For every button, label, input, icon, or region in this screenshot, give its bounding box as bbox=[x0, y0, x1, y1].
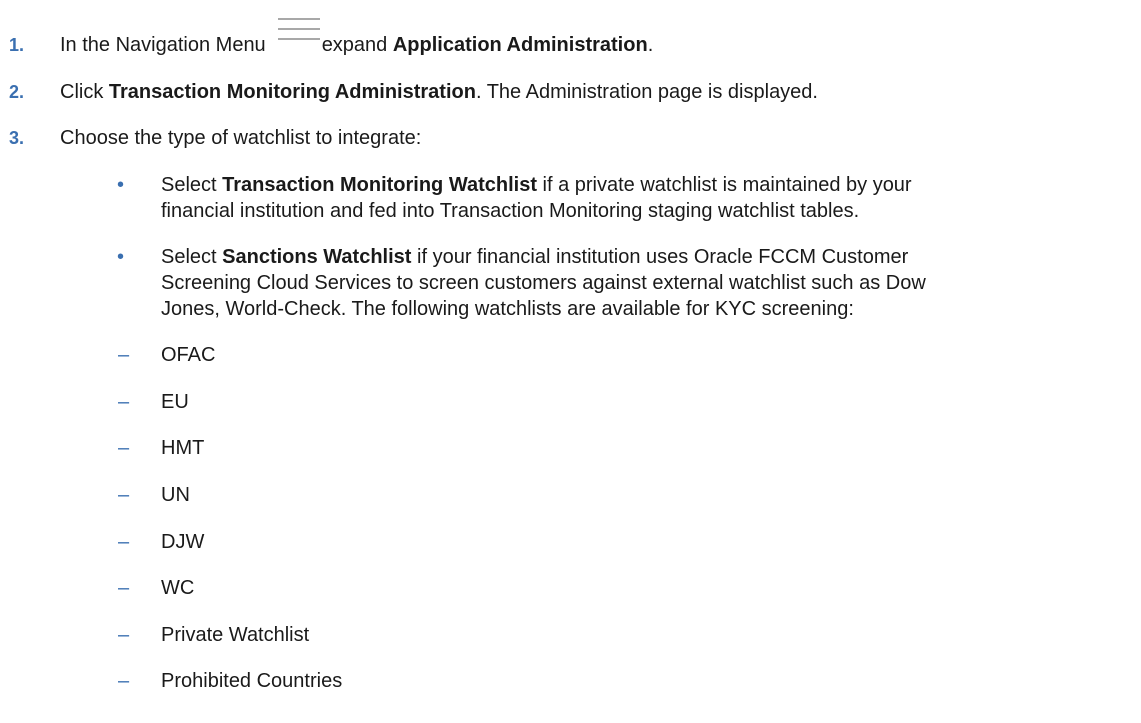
bullet-line: Screening Cloud Services to screen custo… bbox=[161, 272, 926, 294]
watchlist-name: Private Watchlist bbox=[161, 624, 310, 646]
dash-icon: – bbox=[118, 577, 130, 599]
dash-icon: – bbox=[118, 437, 130, 459]
watchlist-name: DJW bbox=[161, 531, 205, 553]
dash-icon: – bbox=[118, 670, 130, 692]
bullet-text: Select Sanctions Watchlist if your finan… bbox=[161, 244, 1136, 322]
watchlist-name: UN bbox=[161, 484, 190, 506]
step-text: Choose the type of watchlist to integrat… bbox=[60, 127, 422, 149]
bullet-line: Jones, World-Check. The following watchl… bbox=[161, 298, 854, 320]
bullet-icon: • bbox=[117, 246, 125, 268]
bullet-line1: if a private watchlist is maintained by … bbox=[536, 174, 912, 196]
bullet-line1: if your financial institution uses Oracl… bbox=[411, 246, 909, 268]
watchlist-name: EU bbox=[161, 391, 189, 413]
step-text: In the Navigation Menu expand Application… bbox=[60, 18, 654, 58]
watchlist-name: HMT bbox=[161, 437, 205, 459]
bullet-line: Select Transaction Monitoring Watchlist … bbox=[161, 172, 1136, 198]
watchlist-name: OFAC bbox=[161, 344, 216, 366]
step-number: 3. bbox=[9, 128, 25, 148]
dash-icon: – bbox=[118, 531, 130, 553]
watchlist-type-name: Sanctions Watchlist bbox=[222, 246, 412, 268]
dash-icon: – bbox=[118, 344, 130, 366]
step-text-tail: . The Administration page is displayed. bbox=[475, 81, 818, 103]
watchlist-name: WC bbox=[161, 577, 195, 599]
bullet-pre: Select bbox=[161, 246, 223, 268]
bullet-line: financial institution and fed into Trans… bbox=[161, 200, 860, 222]
step-text: Click Transaction Monitoring Administrat… bbox=[60, 79, 818, 105]
menu-name-transaction-monitoring-administration: Transaction Monitoring Administration bbox=[108, 81, 476, 103]
dash-icon: – bbox=[118, 624, 130, 646]
step-text-pre: Click bbox=[60, 81, 109, 103]
watchlist-type-name: Transaction Monitoring Watchlist bbox=[222, 174, 537, 196]
bullet-icon: • bbox=[117, 174, 125, 196]
bullet-line: Select Sanctions Watchlist if your finan… bbox=[161, 244, 1136, 270]
bullet-pre: Select bbox=[161, 174, 223, 196]
bullet-text: Select Transaction Monitoring Watchlist … bbox=[161, 172, 1136, 224]
menu-name-application-administration: Application Administration bbox=[392, 34, 648, 56]
step-number: 1. bbox=[9, 35, 25, 55]
step-number: 2. bbox=[9, 82, 25, 102]
step-text-pre: In the Navigation Menu bbox=[60, 34, 266, 56]
dash-icon: – bbox=[118, 391, 130, 413]
step-text-tail: . bbox=[647, 34, 654, 56]
hamburger-menu-icon bbox=[277, 18, 320, 58]
step-text-post: expand bbox=[321, 34, 393, 56]
watchlist-name: Prohibited Countries bbox=[161, 670, 343, 692]
dash-icon: – bbox=[118, 484, 130, 506]
